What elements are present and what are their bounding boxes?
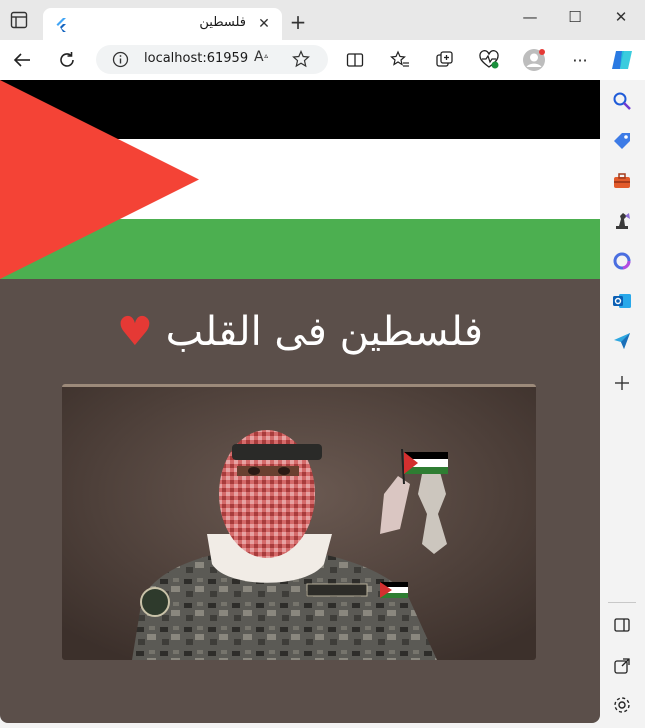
send-icon[interactable] (611, 330, 633, 352)
collections-icon[interactable] (433, 48, 457, 72)
tab-title: فلسطين (199, 15, 246, 30)
read-aloud-icon[interactable]: Aᐞ (254, 49, 268, 65)
profile-avatar[interactable] (522, 48, 546, 72)
favorites-icon[interactable] (388, 48, 412, 72)
masked-figure-image (62, 384, 536, 660)
tab-close-button[interactable]: ✕ (254, 14, 274, 34)
address-toolbar: localhost:61959 Aᐞ ··· (0, 40, 645, 80)
more-options-icon[interactable]: ··· (568, 48, 592, 72)
settings-icon[interactable] (611, 694, 633, 716)
copilot-icon[interactable] (611, 250, 633, 272)
address-bar[interactable]: localhost:61959 Aᐞ (96, 45, 328, 74)
toolbox-icon[interactable] (611, 170, 633, 192)
heading-text: فلسطين فى القلب (165, 309, 483, 355)
close-window-button[interactable]: ✕ (606, 6, 636, 28)
info-icon[interactable] (112, 51, 129, 72)
url-text[interactable]: localhost:61959 (144, 51, 248, 66)
add-icon[interactable] (611, 372, 633, 394)
split-screen-icon[interactable] (343, 48, 367, 72)
outlook-icon[interactable] (611, 290, 633, 312)
edge-sidebar (600, 80, 645, 728)
flutter-icon (55, 17, 69, 32)
palestine-flag (0, 80, 600, 279)
refresh-icon[interactable] (55, 48, 79, 72)
minimize-button[interactable]: — (515, 6, 545, 28)
tab-actions-icon[interactable] (10, 11, 28, 29)
page-heading: فلسطين فى القلب ♥ (0, 302, 600, 362)
copilot-icon[interactable] (610, 48, 634, 72)
web-page: فلسطين فى القلب ♥ (0, 80, 600, 723)
chess-icon[interactable] (611, 210, 633, 232)
split-screen-icon[interactable] (611, 614, 633, 636)
browser-tab[interactable]: فلسطين ✕ (43, 8, 282, 40)
new-tab-button[interactable]: + (288, 12, 308, 33)
search-icon[interactable] (611, 90, 633, 112)
back-arrow-icon[interactable] (10, 48, 34, 72)
open-external-icon[interactable] (611, 655, 633, 677)
heart-icon: ♥ (117, 309, 153, 355)
tag-icon[interactable] (611, 130, 633, 152)
flag-red-triangle (0, 80, 199, 279)
tab-bar: فلسطين ✕ + — ☐ ✕ (0, 0, 645, 40)
favorite-star-icon[interactable] (292, 50, 310, 72)
browser-essentials-icon[interactable] (477, 48, 501, 72)
sidebar-divider (608, 602, 636, 603)
maximize-button[interactable]: ☐ (560, 6, 590, 28)
